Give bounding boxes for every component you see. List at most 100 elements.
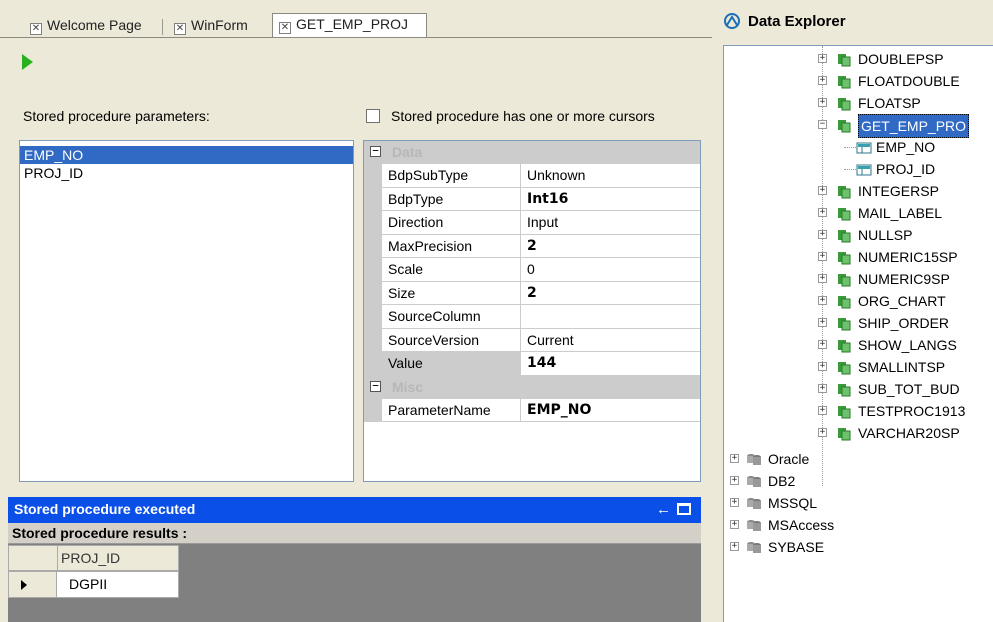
stored-procedure-icon (836, 95, 852, 111)
stored-procedure-icon (836, 359, 852, 375)
expand-icon[interactable]: + (818, 274, 827, 283)
results-grid-header: PROJ_ID (8, 545, 179, 571)
tree-node-label: MSSQL (768, 495, 818, 511)
expand-icon[interactable]: + (730, 520, 739, 529)
tree-node-label: SMALLINTSP (858, 359, 946, 375)
explorer-tree[interactable]: + DOUBLEPSP + FLOATDOUBLE + FLOATSP − GET_EMP_P… (723, 45, 993, 622)
document-area: ✕ Welcome Page ✕ WinForm ✕ GET_EMP_PROJ Sto… (0, 0, 712, 622)
tree-node-label: EMP_NO (876, 139, 936, 155)
stored-procedure-icon (836, 381, 852, 397)
expand-icon[interactable]: + (818, 208, 827, 217)
collapse-icon[interactable]: − (370, 380, 381, 392)
data-explorer-icon (724, 13, 740, 29)
expand-icon[interactable]: + (818, 406, 827, 415)
property-row[interactable]: BdpSubType Unknown (364, 164, 700, 188)
tree-node-label: NUMERIC15SP (858, 249, 958, 265)
tree-node-label: SHIP_ORDER (858, 315, 950, 331)
property-row[interactable]: SourceVersion Current (364, 328, 700, 352)
database-provider-icon (746, 539, 762, 555)
stored-procedure-icon (836, 337, 852, 353)
stored-procedure-icon (836, 249, 852, 265)
expand-icon[interactable]: + (818, 428, 827, 437)
data-explorer-title: Data Explorer (748, 13, 846, 30)
row-header[interactable] (9, 572, 57, 597)
stored-procedure-icon (836, 205, 852, 221)
pin-icon[interactable]: ← (656, 501, 671, 518)
expand-icon[interactable]: + (818, 76, 827, 85)
stored-procedure-icon (836, 271, 852, 287)
category-data[interactable]: − Data (364, 141, 700, 164)
property-row[interactable]: Value 144 (364, 352, 700, 376)
data-explorer-header: Data Explorer (712, 0, 993, 42)
close-icon[interactable]: ✕ (279, 22, 291, 34)
tree-node-label: DB2 (768, 473, 796, 489)
tab-baseline (0, 37, 712, 38)
database-provider-icon (746, 451, 762, 467)
parameters-label: Stored procedure parameters: (23, 108, 210, 124)
expand-icon[interactable]: + (818, 318, 827, 327)
tree-guide-line (822, 46, 823, 486)
parameter-icon (856, 161, 872, 177)
expand-icon[interactable]: + (818, 252, 827, 261)
table-row[interactable]: DGPII (8, 571, 179, 598)
tree-node-label: INTEGERSP (858, 183, 939, 199)
property-row[interactable]: SourceColumn (364, 305, 700, 329)
stored-procedure-icon (836, 51, 852, 67)
expand-icon[interactable]: + (730, 498, 739, 507)
close-icon[interactable]: ✕ (174, 23, 186, 35)
run-icon[interactable] (22, 54, 33, 70)
cursor-checkbox[interactable] (366, 109, 380, 123)
expand-icon[interactable]: + (818, 186, 827, 195)
stored-procedure-icon (836, 117, 852, 133)
property-row[interactable]: Direction Input (364, 211, 700, 235)
property-row[interactable]: Size 2 (364, 281, 700, 305)
tree-node-label: Oracle (768, 451, 810, 467)
expand-icon[interactable]: + (818, 384, 827, 393)
tree-node-label: SUB_TOT_BUD (858, 381, 960, 397)
stored-procedure-icon (836, 73, 852, 89)
database-provider-icon (746, 517, 762, 533)
category-misc[interactable]: − Misc (364, 375, 700, 399)
expand-icon[interactable]: + (730, 542, 739, 551)
expand-icon[interactable]: + (818, 296, 827, 305)
expand-icon[interactable]: + (730, 476, 739, 485)
collapse-icon[interactable]: − (370, 145, 381, 157)
list-item[interactable]: PROJ_ID (20, 164, 353, 182)
stored-procedure-icon (836, 227, 852, 243)
tab-get-emp-proj[interactable]: ✕ GET_EMP_PROJ (272, 13, 427, 38)
property-row[interactable]: Scale 0 (364, 258, 700, 282)
stored-procedure-icon (836, 293, 852, 309)
property-grid: − Data BdpSubType Unknown BdpType Int16 Di… (363, 140, 701, 482)
parameter-icon (856, 139, 872, 155)
expand-icon[interactable]: + (818, 340, 827, 349)
collapse-icon[interactable]: − (818, 120, 827, 129)
table-cell[interactable]: DGPII (69, 572, 107, 597)
property-row[interactable]: ParameterName EMP_NO (364, 398, 700, 422)
tree-node-label: NULLSP (858, 227, 913, 243)
tab-winform[interactable]: ✕ WinForm (168, 15, 248, 38)
current-row-icon (21, 580, 27, 590)
tab-welcome-page[interactable]: ✕ Welcome Page (24, 15, 142, 38)
database-provider-icon (746, 495, 762, 511)
tree-node-label: TESTPROC1913 (858, 403, 966, 419)
stored-procedure-icon (836, 425, 852, 441)
parameter-list[interactable]: EMP_NO PROJ_ID (19, 140, 354, 482)
property-row[interactable]: MaxPrecision 2 (364, 234, 700, 258)
close-icon[interactable]: ✕ (30, 23, 42, 35)
data-explorer-panel: Data Explorer + DOUBLEPSP + FLOATDOUBLE + FLO… (712, 0, 993, 622)
expand-icon[interactable]: + (818, 230, 827, 239)
column-header[interactable]: PROJ_ID (61, 546, 120, 571)
list-item[interactable]: EMP_NO (20, 146, 353, 164)
results-panel: Stored procedure results : PROJ_ID DGPII (8, 523, 701, 622)
property-row[interactable]: BdpType Int16 (364, 187, 700, 211)
tree-node-label: PROJ_ID (876, 161, 936, 177)
expand-icon[interactable]: + (818, 98, 827, 107)
expand-icon[interactable]: + (818, 54, 827, 63)
tab-separator (162, 19, 163, 35)
expand-icon[interactable]: + (818, 362, 827, 371)
window-icon[interactable] (677, 503, 691, 515)
tree-node-label: SYBASE (768, 539, 825, 555)
executed-panel-header: Stored procedure executed ← (8, 497, 701, 523)
tree-node-label: SHOW_LANGS (858, 337, 957, 353)
expand-icon[interactable]: + (730, 454, 739, 463)
